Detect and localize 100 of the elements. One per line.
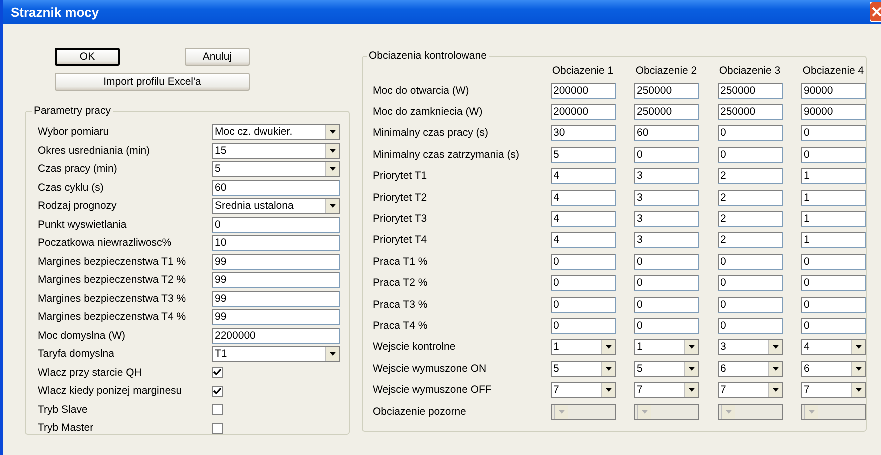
input-field[interactable]: 3 (634, 168, 699, 184)
field-label: Priorytet T3 (373, 213, 428, 226)
field-label: Wybor pomiaru (38, 126, 110, 138)
field-label: Margines bezpieczenstwa T2 % (38, 274, 188, 286)
field-label: Praca T1 % (373, 256, 429, 268)
input-field[interactable]: 2 (718, 232, 782, 248)
field-label: Moc domyslna (W) (38, 330, 127, 342)
input-field[interactable]: 0 (634, 296, 699, 313)
column-header: Obciazenie 1 (551, 65, 615, 77)
dropdown[interactable]: 7 (550, 382, 616, 398)
dropdown[interactable]: 15 (212, 142, 340, 159)
input-field[interactable]: 2 (718, 168, 782, 184)
dropdown[interactable]: Srednia ustalona (212, 198, 340, 214)
input-field[interactable]: 3 (634, 232, 699, 248)
input-field[interactable]: 0 (550, 296, 616, 313)
input-field[interactable]: 4 (550, 232, 616, 248)
input-field[interactable]: 0 (801, 318, 866, 334)
input-field[interactable]: 0 (550, 275, 616, 292)
input-field[interactable]: 0 (634, 254, 699, 270)
dropdown[interactable]: 5 (212, 161, 340, 178)
input-field[interactable]: 0 (550, 318, 616, 334)
field-label: Praca T2 % (373, 277, 429, 290)
dropdown[interactable]: 5 (550, 360, 616, 377)
group-title: Obciazenia kontrolowane (368, 50, 488, 62)
input-field[interactable]: 200000 (550, 104, 616, 120)
field-label: Moc do zamkniecia (W) (373, 106, 484, 118)
input-field[interactable]: 99 (212, 272, 340, 288)
input-field[interactable]: 200000 (550, 82, 616, 99)
input-field[interactable]: 60 (212, 180, 340, 196)
input-field[interactable]: 99 (212, 254, 340, 270)
dropdown[interactable]: 7 (801, 382, 866, 398)
input-field[interactable]: 0 (212, 216, 340, 233)
field-label: Minimalny czas zatrzymania (s) (373, 148, 520, 161)
field-label: Margines bezpieczenstwa T1 % (38, 256, 188, 268)
input-field[interactable]: 0 (801, 125, 866, 142)
input-field[interactable]: 2 (718, 190, 782, 206)
input-field[interactable]: 4 (550, 190, 616, 206)
input-field[interactable]: 90000 (801, 104, 866, 120)
dropdown[interactable]: 7 (718, 382, 782, 398)
input-field[interactable]: 10 (212, 235, 340, 252)
input-field[interactable]: 0 (718, 296, 782, 313)
dropdown[interactable]: 5 (634, 360, 699, 377)
input-field[interactable]: 5 (550, 146, 616, 163)
input-field[interactable]: 90000 (801, 82, 866, 99)
dropdown[interactable]: 1 (550, 339, 616, 356)
input-field[interactable]: 1 (801, 232, 866, 248)
input-field[interactable]: 0 (634, 318, 699, 334)
input-field[interactable]: 0 (801, 296, 866, 313)
cancel-button[interactable]: Anuluj (185, 48, 250, 66)
field-label: Punkt wyswietlania (38, 218, 128, 231)
ok-button[interactable]: OK (55, 48, 120, 66)
checkbox[interactable] (212, 386, 223, 397)
field-label: Okres usredniania (min) (38, 144, 152, 157)
input-field[interactable]: 4 (550, 168, 616, 184)
dropdown[interactable]: 1 (634, 339, 699, 356)
input-field[interactable]: 0 (634, 146, 699, 163)
import-button[interactable]: Import profilu Excel'a (55, 73, 250, 91)
input-field[interactable]: 0 (801, 254, 866, 270)
input-field[interactable]: 30 (550, 125, 616, 142)
checkbox[interactable] (212, 422, 223, 434)
checkbox[interactable] (212, 404, 223, 416)
checkbox[interactable] (212, 367, 223, 378)
input-field[interactable]: 250000 (718, 104, 782, 120)
dropdown[interactable]: 4 (801, 339, 866, 356)
input-field[interactable]: 1 (801, 190, 866, 206)
dropdown[interactable]: T1 (212, 346, 340, 362)
input-field[interactable]: 0 (718, 318, 782, 334)
field-label: Wejscie wymuszone OFF (373, 384, 493, 396)
input-field[interactable]: 0 (718, 146, 782, 163)
input-field[interactable]: 0 (634, 275, 699, 292)
field-label: Czas cyklu (s) (38, 182, 105, 194)
input-field[interactable]: 250000 (718, 82, 782, 99)
input-field[interactable]: 2 (718, 211, 782, 228)
field-label: Rodzaj prognozy (38, 200, 118, 212)
input-field[interactable]: 250000 (634, 104, 699, 120)
input-field[interactable]: 99 (212, 309, 340, 326)
field-label: Margines bezpieczenstwa T3 % (38, 292, 188, 305)
input-field[interactable]: 0 (801, 275, 866, 292)
group-title: Parametry pracy (33, 105, 112, 117)
dropdown[interactable]: 6 (718, 360, 782, 377)
input-field[interactable]: 250000 (634, 82, 699, 99)
input-field[interactable]: 1 (801, 211, 866, 228)
input-field[interactable]: 3 (634, 211, 699, 228)
input-field[interactable]: 4 (550, 211, 616, 228)
column-header: Obciazenie 2 (634, 65, 698, 77)
input-field[interactable]: 1 (801, 168, 866, 184)
input-field[interactable]: 0 (550, 254, 616, 270)
input-field[interactable]: 60 (634, 125, 699, 142)
dropdown[interactable]: Moc cz. dwukier. (212, 124, 340, 140)
dropdown[interactable]: 3 (718, 339, 782, 356)
input-field[interactable]: 0 (718, 125, 782, 142)
input-field[interactable]: 99 (212, 290, 340, 307)
input-field[interactable]: 2200000 (212, 328, 340, 344)
dropdown[interactable]: 6 (801, 360, 866, 377)
input-field[interactable]: 3 (634, 190, 699, 206)
input-field[interactable]: 0 (718, 254, 782, 270)
close-icon[interactable] (870, 2, 881, 22)
dropdown[interactable]: 7 (634, 382, 699, 398)
input-field[interactable]: 0 (718, 275, 782, 292)
input-field[interactable]: 0 (801, 146, 866, 163)
